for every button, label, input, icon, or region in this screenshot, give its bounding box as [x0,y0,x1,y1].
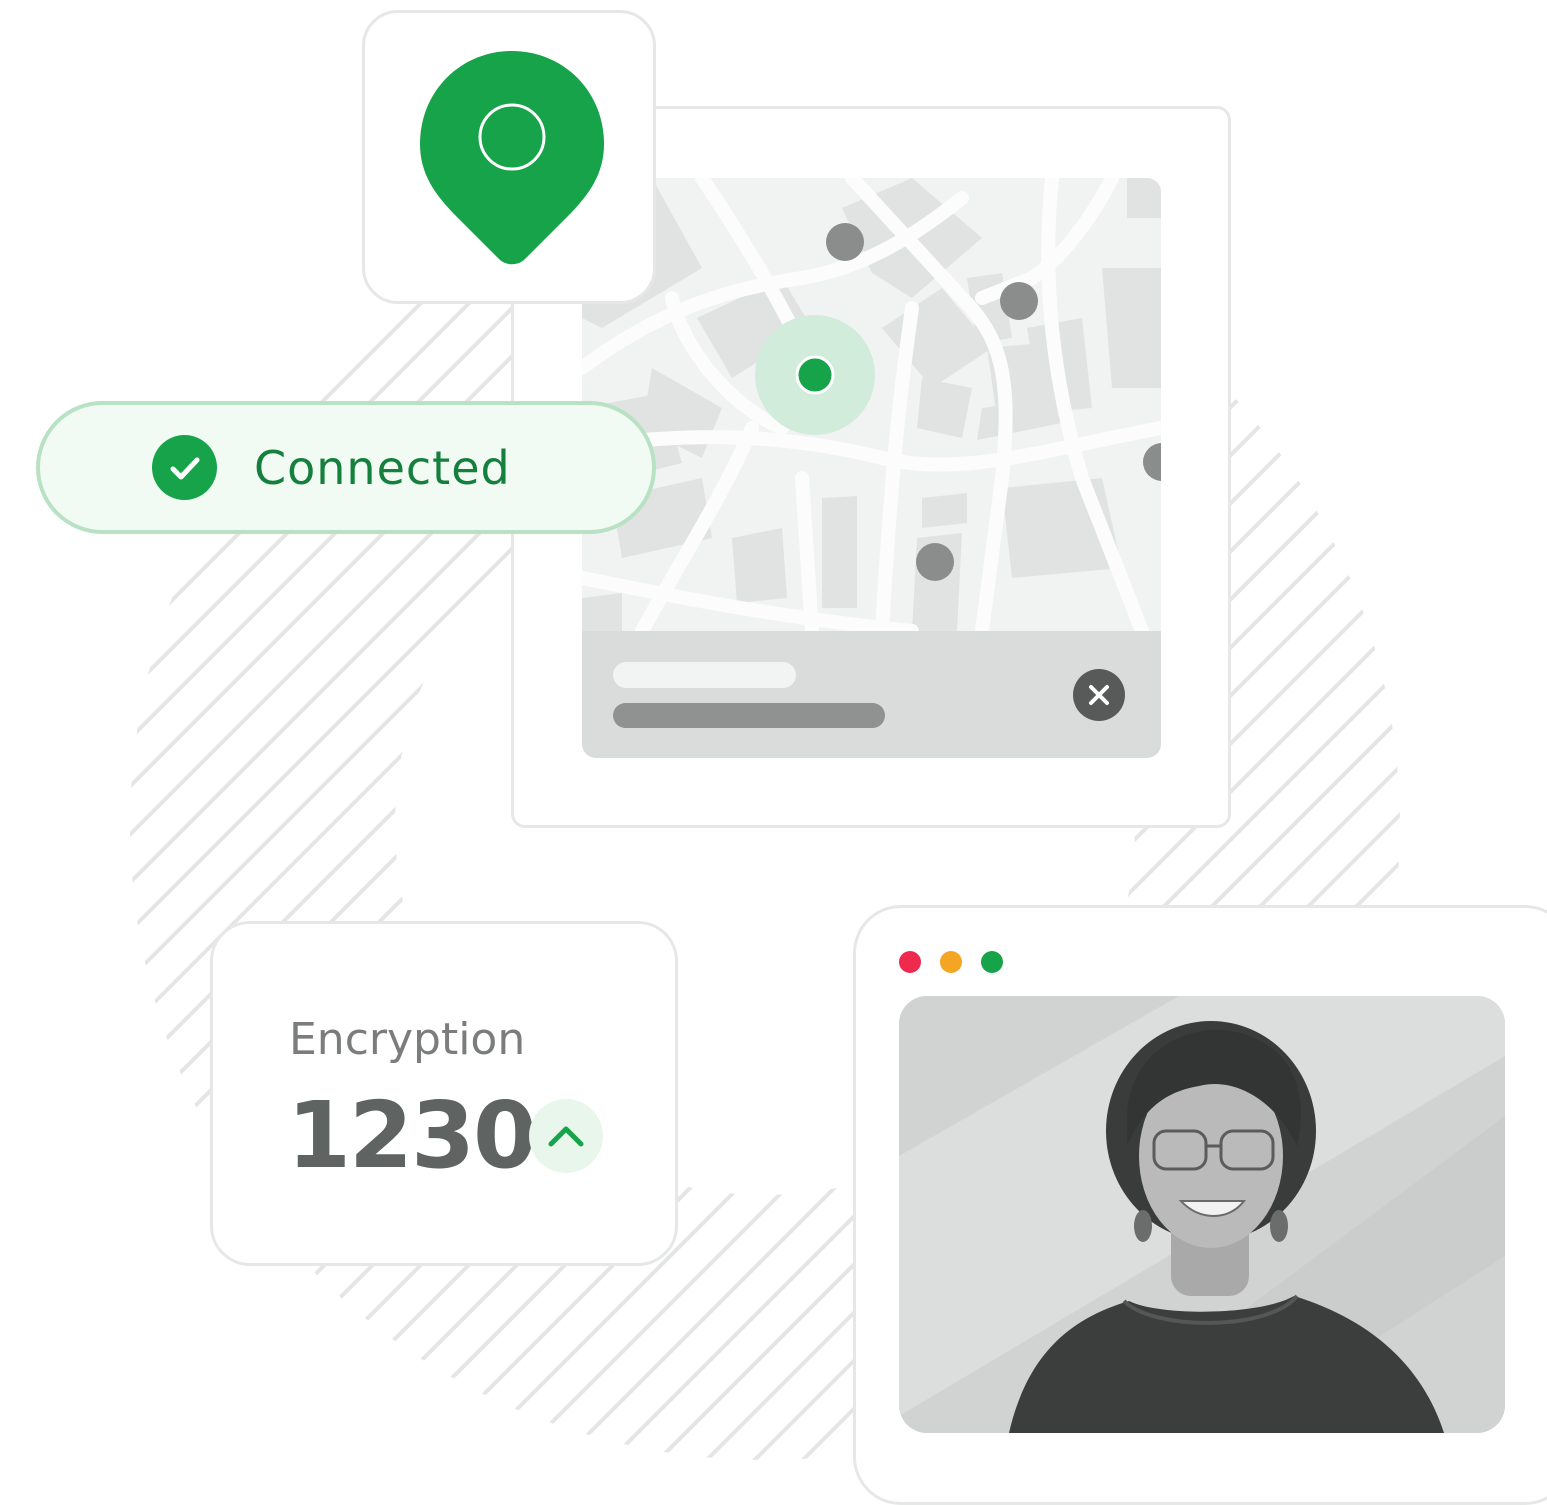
map-streets [582,178,1161,638]
encryption-stat-card: Encryption 1230 [210,921,678,1266]
close-icon [1089,685,1109,705]
connection-status-label: Connected [254,441,511,495]
location-pin-icon [420,51,604,265]
location-pin-card [362,10,656,304]
trend-up-icon [529,1099,603,1173]
encryption-label: Encryption [289,1014,526,1065]
map-marker [1000,282,1038,320]
close-button[interactable] [1073,669,1125,721]
map-marker [916,543,954,581]
map-marker [826,223,864,261]
check-circle-icon [152,435,217,500]
window-maximize-dot[interactable] [981,951,1003,973]
placeholder-line-title [613,662,796,688]
profile-photo [899,996,1505,1433]
encryption-value: 1230 [287,1082,537,1189]
window-close-dot[interactable] [899,951,921,973]
placeholder-line-subtitle [613,703,885,728]
current-location-dot [795,355,835,395]
connection-status-badge: Connected [36,401,656,534]
window-minimize-dot[interactable] [940,951,962,973]
